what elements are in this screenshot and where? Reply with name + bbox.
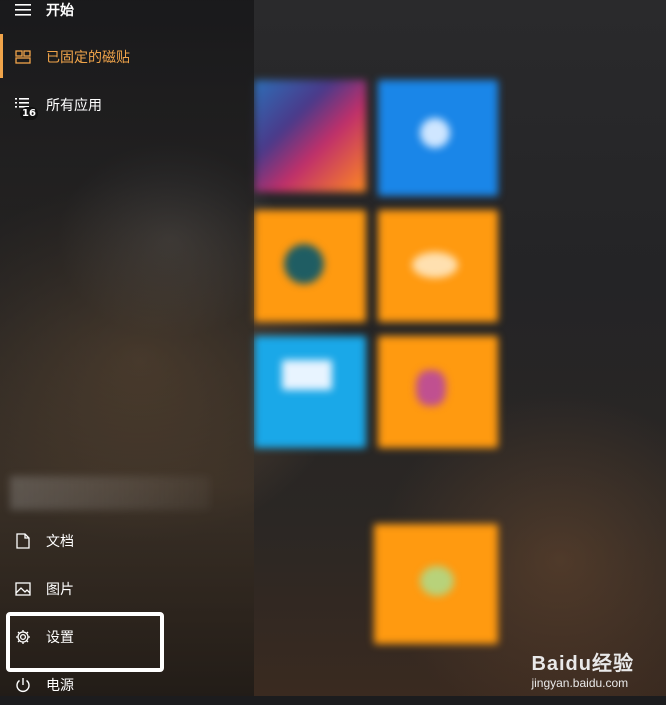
nav-item-pictures[interactable]: 图片: [0, 569, 254, 609]
tile-glyph: [416, 370, 446, 406]
tile-glyph: [282, 360, 332, 390]
nav-item-label: 图片: [46, 582, 74, 598]
start-title: 开始: [46, 3, 74, 19]
picture-icon: [0, 582, 46, 596]
tiles-icon: [0, 50, 46, 64]
baidu-watermark: Baidu经验 jingyan.baidu.com: [531, 647, 634, 690]
all-apps-badge: 16: [20, 107, 38, 120]
user-account[interactable]: [10, 476, 210, 510]
watermark-logo: Baidu经验: [531, 653, 634, 675]
document-icon: [0, 533, 46, 549]
nav-item-label: 电源: [46, 678, 74, 694]
tile-small-group[interactable]: [254, 80, 366, 192]
power-icon: [0, 677, 46, 693]
watermark-url: jingyan.baidu.com: [531, 676, 629, 690]
nav-item-label: 已固定的磁贴: [46, 50, 130, 66]
tile-cyan[interactable]: [254, 336, 366, 448]
tile-glyph: [420, 566, 454, 596]
nav-item-label: 所有应用: [46, 98, 102, 114]
nav-item-all-apps[interactable]: 16 所有应用: [0, 85, 254, 125]
nav-item-pinned-tiles[interactable]: 已固定的磁贴: [0, 37, 254, 77]
nav-item-label: 文档: [46, 534, 74, 550]
tile-glyph: [420, 118, 450, 148]
start-header[interactable]: 开始: [0, 0, 254, 30]
start-nav: 开始 已固定的磁贴 16 所有应用 文档 图片 设置 电源: [0, 0, 254, 696]
tile-glyph: [284, 244, 324, 284]
tile-glyph: [412, 252, 458, 278]
hamburger-menu-icon[interactable]: [0, 4, 46, 16]
list-icon: 16: [0, 97, 46, 120]
nav-item-documents[interactable]: 文档: [0, 521, 254, 561]
settings-highlight-box: [6, 612, 164, 672]
